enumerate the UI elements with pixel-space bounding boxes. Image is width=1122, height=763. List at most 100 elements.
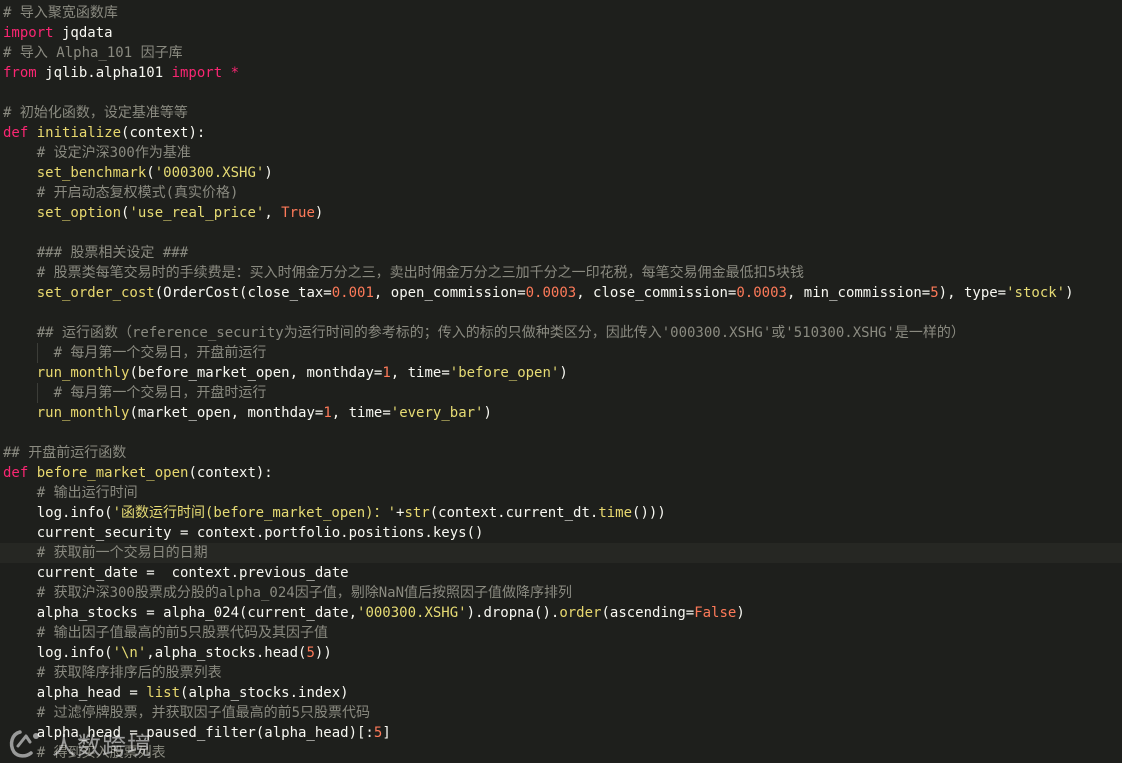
code-token: ) <box>483 405 492 421</box>
code-line[interactable] <box>0 303 1122 323</box>
code-token: current_security = context.portfolio.pos… <box>3 525 484 541</box>
code-line[interactable]: # 过滤停牌股票，并获取因子值最高的前5只股票代码 <box>0 703 1122 723</box>
code-token: ) <box>264 165 273 181</box>
code-line[interactable]: ## 运行函数（reference_security为运行时间的参考标的；传入的… <box>0 323 1122 343</box>
code-line[interactable]: # 获取降序排序后的股票列表 <box>0 663 1122 683</box>
code-line[interactable]: # 股票类每笔交易时的手续费是：买入时佣金万分之三，卖出时佣金万分之三加千分之一… <box>0 263 1122 283</box>
code-token: , open_commission= <box>373 285 526 301</box>
code-token: ## 开盘前运行函数 <box>3 445 127 461</box>
code-token: set_order_cost <box>36 285 155 301</box>
code-token: ( <box>146 165 155 181</box>
code-line[interactable]: current_security = context.portfolio.pos… <box>0 523 1122 543</box>
code-line[interactable]: set_benchmark('000300.XSHG') <box>0 163 1122 183</box>
code-line[interactable]: ### 股票相关设定 ### <box>0 243 1122 263</box>
code-token: # 初始化函数，设定基准等等 <box>3 105 188 121</box>
code-token: 1 <box>382 365 391 381</box>
code-line[interactable]: run_monthly(market_open, monthday=1, tim… <box>0 403 1122 423</box>
code-line[interactable]: run_monthly(before_market_open, monthday… <box>0 363 1122 383</box>
code-token: 0.0003 <box>525 285 577 301</box>
code-token: 0.001 <box>331 285 374 301</box>
code-line[interactable]: # 输出因子值最高的前5只股票代码及其因子值 <box>0 623 1122 643</box>
code-line[interactable]: # 导入 Alpha_101 因子库 <box>0 43 1122 63</box>
code-line[interactable]: # 每月第一个交易日，开盘前运行 <box>0 343 1122 363</box>
code-line[interactable]: # 输出运行时间 <box>0 483 1122 503</box>
code-line[interactable]: # 导入聚宽函数库 <box>0 3 1122 23</box>
code-token: , min_commission= <box>786 285 931 301</box>
code-token: log.info( <box>3 505 113 521</box>
code-line[interactable]: # 每月第一个交易日，开盘时运行 <box>0 383 1122 403</box>
code-token: (market_open, monthday= <box>129 405 324 421</box>
code-token: before_market_open <box>36 465 189 481</box>
code-token: # 股票类每笔交易时的手续费是：买入时佣金万分之三，卖出时佣金万分之三加千分之一… <box>36 265 805 281</box>
code-line[interactable]: # 设定沪深300作为基准 <box>0 143 1122 163</box>
code-token: current_date = context.previous_date <box>3 565 349 581</box>
code-line[interactable]: current_date = context.previous_date <box>0 563 1122 583</box>
code-token: (context): <box>121 125 206 141</box>
code-token: ] <box>382 725 391 741</box>
code-token: 'every_bar' <box>390 405 484 421</box>
code-token: # 设定沪深300作为基准 <box>36 145 191 161</box>
code-token: (before_market_open, monthday= <box>129 365 383 381</box>
code-token: (context): <box>188 465 273 481</box>
code-token: order <box>559 605 602 621</box>
code-line[interactable]: # 开启动态复权模式(真实价格) <box>0 183 1122 203</box>
code-line[interactable]: alpha_head = paused_filter(alpha_head)[:… <box>0 723 1122 743</box>
code-line[interactable]: set_order_cost(OrderCost(close_tax=0.001… <box>0 283 1122 303</box>
code-token: (context.current_dt. <box>429 505 599 521</box>
code-token: '000300.XSHG' <box>154 165 265 181</box>
code-token: # 导入 Alpha_101 因子库 <box>3 45 183 61</box>
code-line[interactable] <box>0 223 1122 243</box>
code-line[interactable]: alpha_head = list(alpha_stocks.index) <box>0 683 1122 703</box>
code-editor[interactable]: # 导入聚宽函数库 import jqdata # 导入 Alpha_101 因子库… <box>0 3 1122 763</box>
code-line[interactable] <box>0 423 1122 443</box>
code-line[interactable]: # 初始化函数，设定基准等等 <box>0 103 1122 123</box>
code-line[interactable]: set_option('use_real_price', True) <box>0 203 1122 223</box>
code-line[interactable]: log.info('\n',alpha_stocks.head(5)) <box>0 643 1122 663</box>
code-line[interactable]: # 获取沪深300股票成分股的alpha_024因子值，剔除NaN值后按照因子值… <box>0 583 1122 603</box>
code-line[interactable]: ## 开盘前运行函数 <box>0 443 1122 463</box>
code-token: # 导入聚宽函数库 <box>3 5 118 21</box>
code-token: # 每月第一个交易日，开盘时运行 <box>53 385 267 401</box>
code-token: ) <box>314 205 324 221</box>
code-token: # 输出因子值最高的前5只股票代码及其因子值 <box>36 625 329 641</box>
code-line[interactable]: import jqdata <box>0 23 1122 43</box>
code-token: alpha_head = <box>3 685 147 701</box>
code-token: set_option <box>36 205 122 221</box>
code-token: (OrderCost(close_tax= <box>154 285 332 301</box>
code-token: 'before_open' <box>449 365 560 381</box>
code-line[interactable]: # 获取前一个交易日的日期 <box>0 543 1122 563</box>
code-token: '000300.XSHG' <box>357 605 467 621</box>
code-token: # 得到买入股票列表 <box>36 745 166 761</box>
code-token: ) <box>1065 285 1074 301</box>
code-token: 1 <box>323 405 332 421</box>
code-token: 'stock' <box>1006 285 1066 301</box>
code-line[interactable] <box>0 83 1122 103</box>
code-line[interactable]: # 得到买入股票列表 <box>0 743 1122 763</box>
code-line[interactable]: def before_market_open(context): <box>0 463 1122 483</box>
code-token: # 获取前一个交易日的日期 <box>36 545 208 561</box>
code-token: run_monthly <box>36 405 130 421</box>
code-token: log.info( <box>3 645 113 661</box>
code-token: jqlib.alpha101 <box>36 65 172 81</box>
code-line[interactable]: log.info('函数运行时间(before_market_open)：'+s… <box>0 503 1122 523</box>
code-token: ,alpha_stocks.head( <box>146 645 307 661</box>
code-token: alpha_head = paused_filter(alpha_head)[: <box>3 725 374 741</box>
code-token: ())) <box>632 505 666 521</box>
code-token: # 每月第一个交易日，开盘前运行 <box>53 345 267 361</box>
code-line[interactable]: def initialize(context): <box>0 123 1122 143</box>
code-line[interactable]: alpha_stocks = alpha_024(current_date,'0… <box>0 603 1122 623</box>
code-token: , time= <box>331 405 391 421</box>
code-line[interactable]: from jqlib.alpha101 import * <box>0 63 1122 83</box>
code-token: from <box>3 65 37 81</box>
